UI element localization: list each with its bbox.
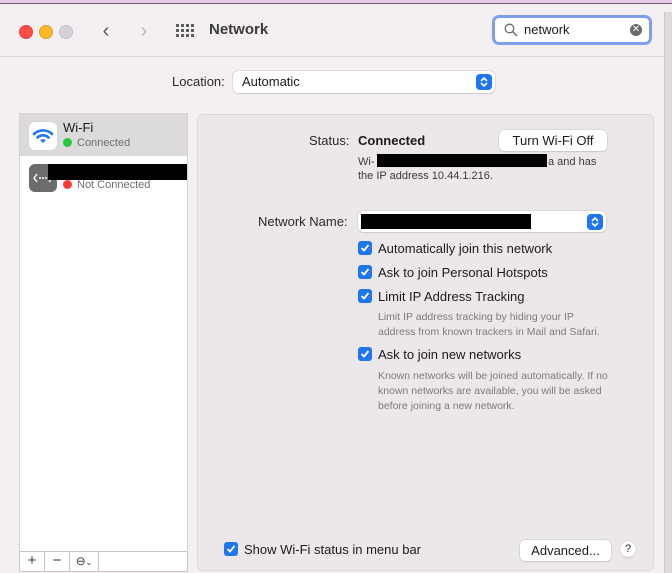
chevron-left-icon: ‹	[102, 20, 110, 42]
network-name-select[interactable]	[358, 211, 606, 232]
checkmark-icon	[360, 244, 370, 252]
search-icon	[504, 23, 518, 37]
redacted-network-name	[361, 214, 531, 229]
add-service-button[interactable]: +	[20, 552, 45, 571]
background-window-edge	[664, 12, 672, 573]
redacted-network	[377, 154, 547, 167]
status-dot-red	[63, 180, 72, 189]
show-wifi-status-label[interactable]: Show Wi-Fi status in menu bar	[244, 542, 421, 557]
popup-stepper-icon	[476, 74, 492, 90]
service-name: Wi-Fi	[63, 120, 94, 135]
window-title: Network	[209, 21, 269, 38]
limit-ip-tracking-help: Limit IP address tracking by hiding your…	[378, 311, 600, 338]
forward-button[interactable]: ›	[134, 20, 154, 42]
service-list-toolbar: + − ⊖⌄	[19, 551, 188, 572]
chevron-right-icon: ›	[140, 20, 148, 42]
redacted-service-name	[48, 164, 187, 180]
auto-join-label[interactable]: Automatically join this network	[378, 241, 552, 256]
status-value: Connected	[358, 133, 426, 148]
chevron-down-icon: ⌄	[85, 558, 93, 567]
ellipsis-circle-icon: ⊖	[75, 554, 86, 568]
help-button[interactable]: ?	[620, 541, 636, 557]
show-all-grid-icon[interactable]	[176, 24, 194, 38]
status-description-suffix: a and has	[548, 156, 597, 168]
auto-join-checkbox[interactable]	[358, 241, 372, 255]
remove-service-button[interactable]: −	[45, 552, 70, 571]
zoom-button[interactable]	[59, 25, 73, 39]
action-menu-button[interactable]: ⊖⌄	[70, 552, 99, 571]
location-label: Location:	[172, 74, 225, 89]
status-dot-green	[63, 138, 72, 147]
show-wifi-status-checkbox[interactable]	[224, 542, 238, 556]
personal-hotspots-checkbox[interactable]	[358, 265, 372, 279]
ask-join-new-networks-help: Known networks will be joined automatica…	[378, 370, 608, 412]
location-select[interactable]: Automatic	[233, 71, 495, 93]
ask-join-new-networks-label[interactable]: Ask to join new networks	[378, 347, 521, 362]
limit-ip-tracking-label[interactable]: Limit IP Address Tracking	[378, 289, 524, 304]
service-list: Wi-Fi Connected Not Connected	[19, 113, 188, 552]
ask-join-new-networks-checkbox[interactable]	[358, 347, 372, 361]
location-value: Automatic	[242, 74, 300, 89]
personal-hotspots-label[interactable]: Ask to join Personal Hotspots	[378, 265, 548, 280]
status-label: Status:	[309, 133, 350, 148]
status-description: Wi-	[358, 156, 375, 168]
checkmark-icon	[360, 350, 370, 358]
service-item-wifi[interactable]: Wi-Fi Connected	[20, 114, 187, 156]
close-button[interactable]	[19, 25, 33, 39]
minimize-button[interactable]	[39, 25, 53, 39]
checkmark-icon	[360, 292, 370, 300]
checkmark-icon	[226, 545, 236, 553]
search-input[interactable]: network	[524, 22, 570, 37]
advanced-button[interactable]: Advanced...	[520, 540, 611, 561]
service-status: Not Connected	[63, 179, 150, 191]
ip-address-text: the IP address 10.44.1.216.	[358, 170, 493, 182]
turn-wifi-off-button[interactable]: Turn Wi-Fi Off	[499, 130, 607, 151]
service-status: Connected	[63, 137, 130, 149]
search-field[interactable]: network ✕	[492, 15, 652, 45]
clear-search-icon[interactable]: ✕	[630, 24, 642, 36]
checkmark-icon	[360, 268, 370, 276]
title-bar: ‹ › Network network ✕	[0, 4, 664, 57]
popup-stepper-icon	[587, 214, 603, 230]
back-button[interactable]: ‹	[96, 20, 116, 42]
service-item-ethernet[interactable]: Not Connected	[20, 156, 187, 198]
limit-ip-tracking-checkbox[interactable]	[358, 289, 372, 303]
wifi-icon	[29, 122, 57, 150]
network-name-label: Network Name:	[258, 214, 348, 229]
